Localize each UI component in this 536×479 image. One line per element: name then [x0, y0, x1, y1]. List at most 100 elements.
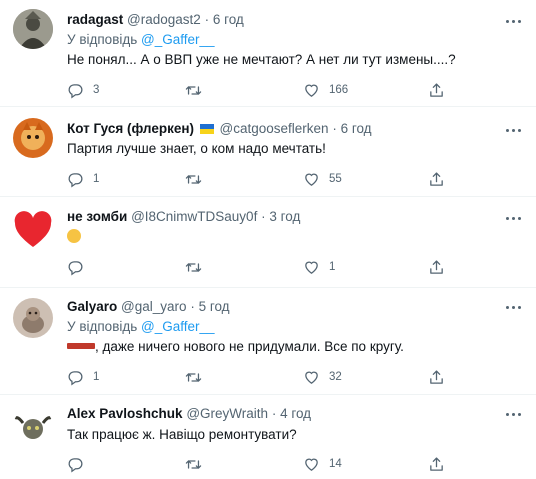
retweet-button[interactable] [185, 257, 211, 277]
timestamp[interactable]: 6 год [213, 12, 244, 27]
more-icon[interactable] [504, 209, 524, 227]
author-name[interactable]: Alex Pavloshchuk [67, 406, 183, 421]
like-button[interactable]: 14 [303, 454, 342, 474]
action-bar: 14 [67, 454, 447, 474]
tweet-text: Партия лучше знает, о ком надо мечтать! [67, 141, 326, 156]
like-button[interactable]: 166 [303, 80, 348, 100]
tweet-1[interactable]: radagast @radogast2 · 6 год У відповідь … [0, 0, 536, 100]
retweet-button[interactable] [185, 80, 211, 100]
timestamp[interactable]: 6 год [341, 121, 372, 136]
share-button[interactable] [428, 80, 445, 100]
avatar[interactable] [13, 298, 53, 338]
tweet-2[interactable]: Кот Гуся (флеркен) @catgooseflerken · 6 … [0, 107, 536, 197]
tweet-5[interactable]: Alex Pavloshchuk @GreyWraith · 4 год Так… [0, 395, 536, 479]
reply-icon [67, 456, 84, 473]
action-bar: 1 55 [67, 169, 447, 189]
share-button[interactable] [428, 169, 445, 189]
like-count: 166 [329, 84, 349, 96]
like-count: 32 [329, 371, 342, 383]
action-bar: 1 32 [67, 367, 447, 387]
author-handle[interactable]: @I8CnimwTDSauy0f [131, 209, 257, 224]
reply-prefix: У відповідь [67, 32, 138, 47]
rolling-on-floor-laughing-emoji [67, 229, 81, 243]
censored-word-mark [67, 343, 95, 349]
retweet-icon [185, 259, 202, 276]
like-count: 1 [329, 261, 336, 273]
tweet-text: Так працює ж. Навіщо ремонтувати? [67, 427, 297, 442]
retweet-button[interactable] [185, 454, 211, 474]
retweet-icon [185, 171, 202, 188]
action-bar: 3 166 [67, 80, 447, 100]
like-icon [303, 369, 320, 386]
separator-dot: · [332, 121, 337, 136]
separator-dot: · [204, 12, 210, 27]
author-name[interactable]: radagast [67, 12, 123, 27]
retweet-icon [185, 369, 202, 386]
separator-dot: · [261, 209, 266, 224]
like-icon [303, 171, 320, 188]
avatar[interactable] [13, 210, 53, 250]
separator-dot: · [190, 299, 195, 314]
reply-button[interactable]: 3 [67, 80, 99, 100]
timestamp[interactable]: 3 год [269, 209, 300, 224]
reply-button[interactable] [67, 257, 93, 277]
author-handle[interactable]: @radogast2 [127, 12, 201, 27]
like-icon [303, 259, 320, 276]
reply-count: 1 [93, 173, 100, 185]
tweet-text: , даже ничего нового не придумали. Все п… [95, 339, 404, 354]
tweet-4[interactable]: Galyaro @gal_yaro · 5 год У відповідь @_… [0, 288, 536, 393]
reply-to-link[interactable]: @_Gaffer__ [141, 319, 215, 334]
share-button[interactable] [428, 367, 445, 387]
retweet-button[interactable] [185, 169, 211, 189]
retweet-icon [185, 456, 202, 473]
author-name[interactable]: Кот Гуся (флеркен) [67, 121, 194, 136]
author-name[interactable]: не зомби [67, 209, 127, 224]
share-icon [428, 259, 445, 276]
like-icon [303, 82, 320, 99]
author-handle[interactable]: @GreyWraith [186, 406, 268, 421]
ukraine-flag-icon [199, 124, 214, 134]
avatar[interactable] [13, 9, 53, 49]
tweet-text: Не понял... А о ВВП уже не мечтают? А не… [67, 52, 456, 67]
more-icon[interactable] [504, 405, 524, 423]
share-icon [428, 171, 445, 188]
more-icon[interactable] [504, 121, 524, 139]
reply-icon [67, 369, 84, 386]
share-icon [428, 456, 445, 473]
action-bar: 1 [67, 257, 447, 277]
share-button[interactable] [428, 257, 445, 277]
like-button[interactable]: 55 [303, 169, 342, 189]
timestamp[interactable]: 5 год [199, 299, 230, 314]
reply-button[interactable]: 1 [67, 367, 99, 387]
more-icon[interactable] [504, 298, 524, 316]
more-icon[interactable] [504, 12, 524, 30]
tweet-3[interactable]: не зомби @I8CnimwTDSauy0f · 3 год 1 [0, 197, 536, 285]
like-button[interactable]: 1 [303, 257, 335, 277]
tweet-text-line: , даже ничего нового не придумали. Все п… [67, 338, 516, 356]
tweet-text [67, 228, 516, 246]
like-count: 55 [329, 173, 342, 185]
author-handle[interactable]: @catgooseflerken [220, 121, 329, 136]
author-name[interactable]: Galyaro [67, 299, 117, 314]
reply-button[interactable]: 1 [67, 169, 99, 189]
share-button[interactable] [428, 454, 445, 474]
reply-icon [67, 82, 84, 99]
reply-context: У відповідь @_Gaffer__ [67, 318, 215, 336]
like-button[interactable]: 32 [303, 367, 342, 387]
avatar[interactable] [13, 407, 53, 447]
reply-count: 1 [93, 371, 100, 383]
timestamp[interactable]: 4 год [280, 406, 311, 421]
separator-dot: · [271, 406, 277, 421]
reply-to-link[interactable]: @_Gaffer__ [141, 32, 215, 47]
reply-count: 3 [93, 84, 100, 96]
reply-icon [67, 171, 84, 188]
share-icon [428, 82, 445, 99]
like-count: 14 [329, 458, 342, 470]
author-handle[interactable]: @gal_yaro [121, 299, 187, 314]
avatar[interactable] [13, 118, 53, 158]
reply-button[interactable] [67, 454, 93, 474]
share-icon [428, 369, 445, 386]
reply-icon [67, 259, 84, 276]
retweet-button[interactable] [185, 367, 211, 387]
retweet-icon [185, 82, 202, 99]
